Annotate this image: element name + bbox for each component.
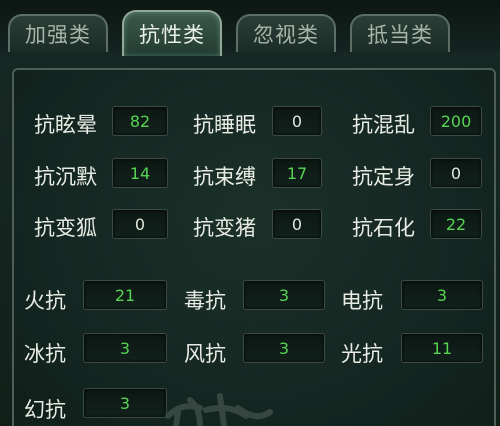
tab-label: 抵当类 (367, 23, 433, 47)
stat-label-lightning: 电抗 (341, 289, 383, 313)
tab-resistance[interactable]: 抗性类 (122, 10, 222, 56)
stat-label-fire: 火抗 (24, 289, 66, 313)
stat-label-fox-transform: 抗变狐 (34, 216, 97, 240)
stat-label-petrify: 抗石化 (352, 216, 415, 240)
stat-label-illusion: 幻抗 (24, 398, 66, 422)
stat-value-poison: 3 (243, 280, 325, 310)
stat-value-bind: 17 (272, 158, 322, 188)
stat-label-pig-transform: 抗变猪 (193, 216, 256, 240)
tab-bar: 加强类 抗性类 忽视类 抵当类 (0, 0, 500, 56)
stat-label-light: 光抗 (341, 342, 383, 366)
stat-value-lightning: 3 (401, 280, 483, 310)
stat-label-ice: 冰抗 (24, 342, 66, 366)
stat-value-petrify: 22 (430, 209, 482, 239)
stat-value-silence: 14 (112, 158, 168, 188)
stat-value-confuse: 200 (430, 106, 482, 136)
tab-label: 抗性类 (139, 23, 205, 47)
stat-value-stun: 82 (112, 106, 168, 136)
stat-label-stun: 抗眩晕 (34, 113, 97, 137)
calligraphy-watermark (165, 393, 273, 426)
stat-value-pig-transform: 0 (272, 209, 322, 239)
stat-value-sleep: 0 (272, 106, 322, 136)
stat-label-wind: 风抗 (184, 342, 226, 366)
stat-value-wind: 3 (243, 333, 325, 363)
tab-enhance[interactable]: 加强类 (8, 14, 108, 52)
stat-label-poison: 毒抗 (184, 289, 226, 313)
stat-label-root: 抗定身 (352, 165, 415, 189)
stat-value-root: 0 (430, 158, 482, 188)
resistance-window: 加强类 抗性类 忽视类 抵当类 抗眩晕 82 抗睡眠 0 抗混乱 200 抗沉默… (0, 0, 500, 426)
stat-value-light: 11 (401, 333, 483, 363)
stat-value-ice: 3 (83, 333, 167, 363)
stat-label-bind: 抗束缚 (193, 165, 256, 189)
tab-label: 忽视类 (253, 23, 319, 47)
stat-value-illusion: 3 (83, 388, 167, 418)
stat-value-fire: 21 (83, 280, 167, 310)
stat-label-silence: 抗沉默 (34, 165, 97, 189)
tab-label: 加强类 (25, 23, 91, 47)
tab-block[interactable]: 抵当类 (350, 14, 450, 52)
tab-ignore[interactable]: 忽视类 (236, 14, 336, 52)
stat-label-confuse: 抗混乱 (352, 113, 415, 137)
stat-label-sleep: 抗睡眠 (193, 113, 256, 137)
stat-value-fox-transform: 0 (112, 209, 168, 239)
